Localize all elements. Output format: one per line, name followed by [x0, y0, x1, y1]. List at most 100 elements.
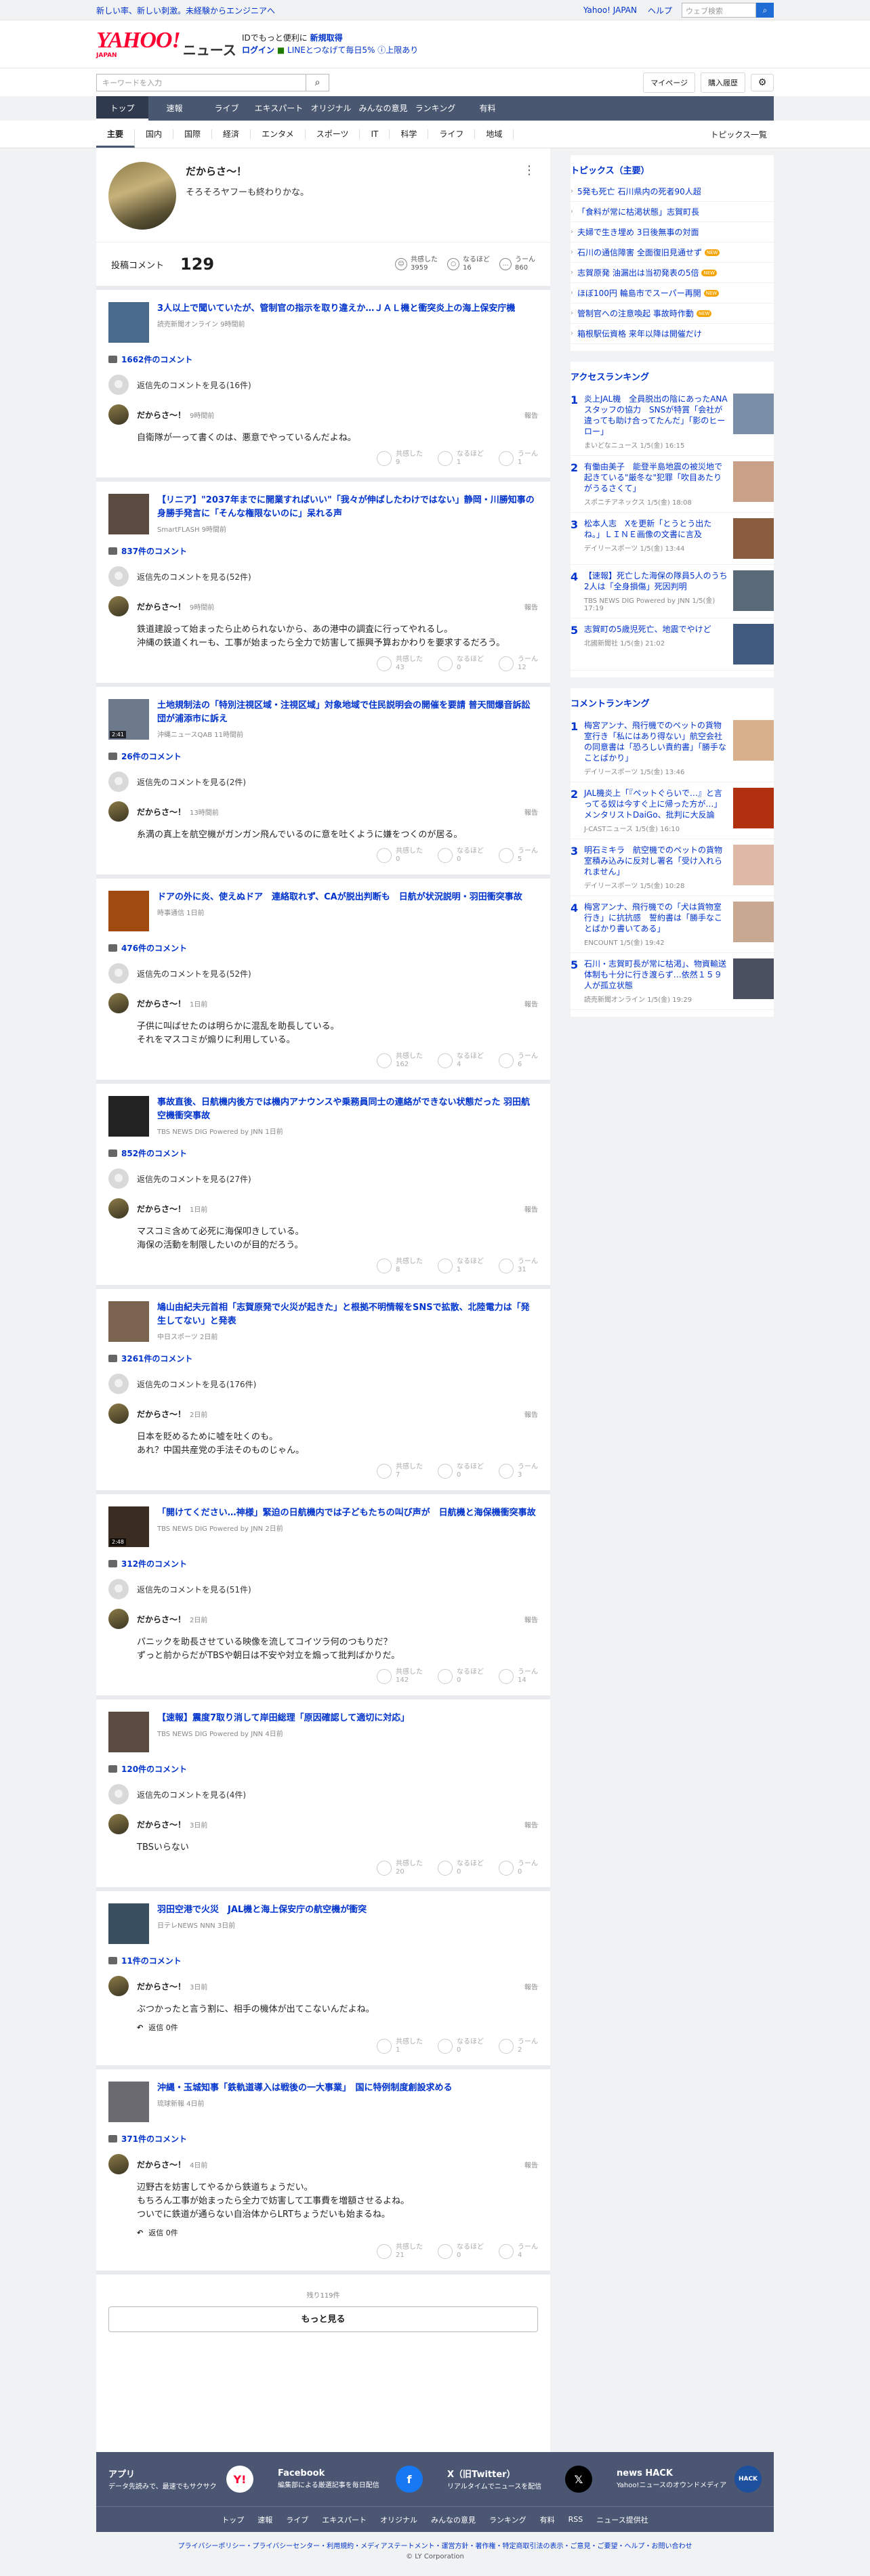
commenter-name[interactable]: だからさ〜！ — [137, 1819, 186, 1830]
comment-count-link[interactable]: 1662件のコメント — [108, 354, 538, 365]
keyword-input[interactable]: キーワードを入力 — [96, 74, 306, 91]
report-link[interactable]: 報告 — [524, 601, 538, 612]
article-title[interactable]: 【リニア】"2037年までに開業すればいい"「我々が伸ばしたわけではない」静岡・… — [157, 494, 538, 521]
uun-button[interactable]: うーん 12 — [499, 656, 538, 672]
cat-science[interactable]: 科学 — [390, 129, 429, 139]
comment-rank-item[interactable]: 4 梅宮アンナ、飛行機での「犬は貨物室行き」に抗抗感 誓約書は「勝手なことばかり書… — [571, 896, 774, 953]
reply-destination-link[interactable]: 返信先のコメントを見る (4件) — [108, 1784, 538, 1804]
promo-link[interactable]: 新しい率、新しい刺激。未経験からエンジニアへ — [96, 5, 275, 16]
naruhodo-button[interactable]: なるほど 0 — [438, 656, 484, 672]
empathy-button[interactable]: 共感した 21 — [377, 2243, 423, 2260]
commenter-name[interactable]: だからさ〜！ — [137, 998, 186, 1009]
more-button[interactable]: もっと見る — [108, 2306, 538, 2332]
web-search-button[interactable]: ⌕ — [756, 3, 774, 18]
empathy-button[interactable]: 共感した 43 — [377, 656, 423, 672]
access-rank-item[interactable]: 2 有働由美子 能登半島地震の被災地で起きている"厳冬な"犯罪「吹目あたりがうるさ… — [571, 456, 774, 513]
article-thumbnail[interactable] — [108, 1301, 149, 1342]
comment-count-link[interactable]: 120件のコメント — [108, 1763, 538, 1775]
cat-economy[interactable]: 経済 — [212, 129, 251, 139]
empathy-button[interactable]: 共感した 20 — [377, 1860, 423, 1876]
article-link[interactable]: 羽田空港で火災 JAL機と海上保安庁の航空機が衝突 日テレNEWS NNN 3日前 — [108, 1903, 538, 1944]
article-thumbnail[interactable] — [108, 1096, 149, 1137]
article-thumbnail[interactable] — [108, 302, 149, 343]
report-link[interactable]: 報告 — [524, 1204, 538, 1214]
cat-domestic[interactable]: 国内 — [135, 129, 174, 139]
comment-count-link[interactable]: 11件のコメント — [108, 1955, 538, 1966]
reply-destination-link[interactable]: 返信先のコメントを見る (51件) — [108, 1579, 538, 1599]
article-thumbnail[interactable]: 2:48 — [108, 1506, 149, 1547]
comment-count-link[interactable]: 3261件のコメント — [108, 1353, 538, 1364]
empathy-button[interactable]: 共感した 8 — [377, 1258, 423, 1274]
article-thumbnail[interactable] — [108, 494, 149, 534]
comment-count-link[interactable]: 371件のコメント — [108, 2133, 538, 2145]
commenter-name[interactable]: だからさ〜！ — [137, 1408, 186, 1420]
article-link[interactable]: 3人以上で聞いていたが、管制官の指示を取り違えか…ＪＡＬ機と衝突炎上の海上保安庁… — [108, 302, 538, 343]
web-search-input[interactable]: ウェブ検索 — [682, 3, 756, 18]
nav-ranking[interactable]: ランキング — [409, 96, 461, 121]
footer-newshack[interactable]: news HACK Yahoo!ニュースのオウンドメディア HACK — [604, 2452, 774, 2506]
topic-item[interactable]: › 5発も死亡 石川県内の死者90人超 — [571, 182, 774, 202]
article-title[interactable]: 土地規制法の「特別注視区域・注視区域」対象地域で住民説明会の開催を要請 普天間爆… — [157, 699, 538, 726]
naruhodo-button[interactable]: なるほど 1 — [438, 450, 484, 467]
empathy-button[interactable]: 共感した 0 — [377, 847, 423, 864]
report-link[interactable]: 報告 — [524, 1981, 538, 1991]
article-title[interactable]: 【速報】震度7取り消して岸田総理「原因確認して適切に対応」 — [157, 1712, 409, 1725]
report-link[interactable]: 報告 — [524, 998, 538, 1009]
reply-destination-link[interactable]: 返信先のコメントを見る (176件) — [108, 1374, 538, 1394]
keyword-search-button[interactable]: ⌕ — [306, 74, 329, 91]
line-link[interactable]: LINEとつなげて毎日5% — [287, 45, 375, 55]
footer-legal[interactable]: プライバシーポリシー・プライバシーセンター・利用規約・メディアステートメント・運… — [96, 2540, 774, 2550]
article-link[interactable]: 沖縄・玉城知事「鉄軌道導入は戦後の一大事業」 国に特例制度創設求める 琉球新報 4… — [108, 2082, 538, 2122]
footer-nav-item[interactable]: 速報 — [257, 2514, 272, 2525]
article-link[interactable]: 事故直後、日航機内後方では機内アナウンスや乗務員同士の連絡ができない状態だった … — [108, 1096, 538, 1137]
empathy-button[interactable]: 共感した 162 — [377, 1053, 423, 1069]
uun-button[interactable]: うーん 14 — [499, 1668, 538, 1685]
nav-live[interactable]: ライブ — [201, 96, 253, 121]
nav-original[interactable]: オリジナル — [305, 96, 357, 121]
cat-it[interactable]: IT — [360, 129, 390, 139]
report-link[interactable]: 報告 — [524, 1819, 538, 1830]
mypage-button[interactable]: マイページ — [643, 72, 695, 93]
topic-item[interactable]: › 管制官への注意喚起 事故時作動 NEW — [571, 303, 774, 324]
naruhodo-button[interactable]: なるほど 0 — [438, 1668, 484, 1685]
access-rank-item[interactable]: 1 炎上JAL機 全員脱出の陰にあったANAスタッフの協力 SNSが特賞「会社が違… — [571, 388, 774, 456]
uun-button[interactable]: うーん 0 — [499, 1860, 538, 1876]
article-thumbnail[interactable] — [108, 1903, 149, 1944]
article-title[interactable]: 「開けてください…神様」緊迫の日航機内では子どもたちの叫び声が 日航機と海保機衝… — [157, 1506, 536, 1520]
access-rank-item[interactable]: 3 松本人志 Xを更新「とうとう出たね。」ＬＩＮＥ画像の文書に言及 デイリースポーツ… — [571, 513, 774, 565]
naruhodo-button[interactable]: なるほど 0 — [438, 1463, 484, 1479]
more-menu-icon[interactable]: ⋮ — [523, 163, 535, 177]
comment-rank-item[interactable]: 5 石川・志賀町長が常に枯渇」、物資輸送体制も十分に行き渡らず…依然１５９人が孤立… — [571, 953, 774, 1010]
empathy-button[interactable]: 共感した 142 — [377, 1668, 423, 1685]
article-link[interactable]: 【リニア】"2037年までに開業すればいい"「我々が伸ばしたわけではない」静岡・… — [108, 494, 538, 534]
uun-button[interactable]: うーん 5 — [499, 847, 538, 864]
commenter-name[interactable]: だからさ〜！ — [137, 1613, 186, 1625]
comment-rank-item[interactable]: 2 JAL機炎上「『ペットぐらいで…』と言ってる奴は今すぐ上に帰った方が…」 メン… — [571, 782, 774, 839]
uun-button[interactable]: うーん 4 — [499, 2243, 538, 2260]
topics-list-link[interactable]: トピックス一覧 — [710, 129, 774, 140]
naruhodo-button[interactable]: なるほど 0 — [438, 2243, 484, 2260]
cat-local[interactable]: 地域 — [475, 129, 514, 139]
reply-destination-link[interactable]: 返信先のコメントを見る (52件) — [108, 963, 538, 984]
naruhodo-button[interactable]: なるほど 0 — [438, 2038, 484, 2054]
article-title[interactable]: 事故直後、日航機内後方では機内アナウンスや乗務員同士の連絡ができない状態だった … — [157, 1096, 538, 1123]
reply-destination-link[interactable]: 返信先のコメントを見る (52件) — [108, 566, 538, 587]
nav-paid[interactable]: 有料 — [461, 96, 514, 121]
nav-expert[interactable]: エキスパート — [253, 96, 305, 121]
history-button[interactable]: 購入履歴 — [701, 72, 745, 93]
article-title[interactable]: 沖縄・玉城知事「鉄軌道導入は戦後の一大事業」 国に特例制度創設求める — [157, 2082, 453, 2095]
article-link[interactable]: 【速報】震度7取り消して岸田総理「原因確認して適切に対応」 TBS NEWS DI… — [108, 1712, 538, 1752]
topic-item[interactable]: › 箱根駅伝資格 来年以降は開催だけ — [571, 324, 774, 344]
footer-nav-item[interactable]: オリジナル — [380, 2514, 417, 2525]
empathy-button[interactable]: 共感した 7 — [377, 1463, 423, 1479]
commenter-name[interactable]: だからさ〜！ — [137, 409, 186, 421]
footer-nav-item[interactable]: ライブ — [286, 2514, 308, 2525]
comment-count-link[interactable]: 312件のコメント — [108, 1558, 538, 1569]
commenter-name[interactable]: だからさ〜！ — [137, 1981, 186, 1992]
article-thumbnail[interactable]: 2:41 — [108, 699, 149, 740]
report-link[interactable]: 報告 — [524, 1614, 538, 1624]
report-link[interactable]: 報告 — [524, 1409, 538, 1419]
footer-nav-item[interactable]: RSS — [568, 2515, 583, 2524]
footer-x[interactable]: X（旧Twitter） リアルタイムでニュースを配信 𝕏 — [435, 2452, 604, 2506]
topic-item[interactable]: › ほぼ100円 輪島市でスーパー再開 NEW — [571, 283, 774, 303]
